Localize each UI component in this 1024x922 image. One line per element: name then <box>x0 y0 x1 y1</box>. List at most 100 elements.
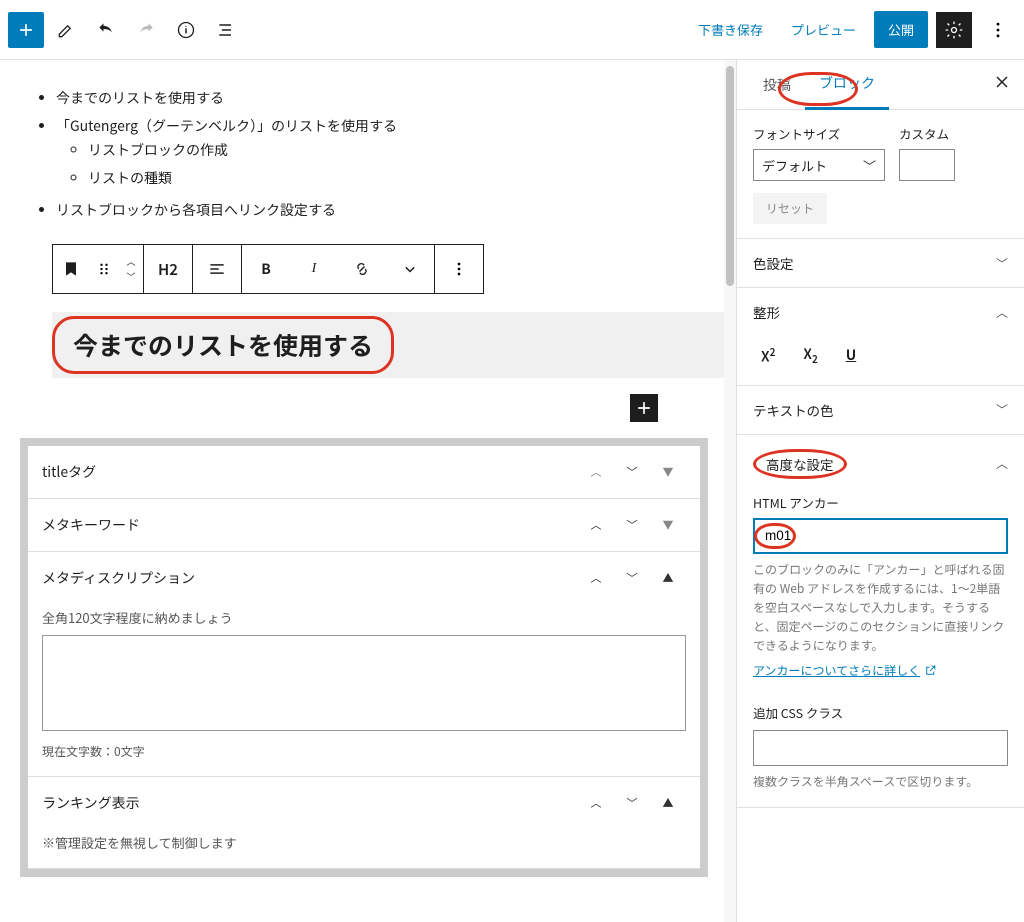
meta-panel-description: メタディスクリプション ︿ ﹀ ▲ 全角120文字程度に納めましょう 現在文字数… <box>28 552 700 777</box>
block-appender-button[interactable] <box>630 394 658 422</box>
chevron-up-icon[interactable]: ︿ <box>578 795 614 811</box>
editor-canvas[interactable]: 今までのリストを使用する 「Gutengerg（グーテンベルク）」のリストを使用… <box>0 60 736 922</box>
tab-post[interactable]: 投稿 <box>749 61 805 109</box>
subscript-button[interactable]: X2 <box>803 344 817 366</box>
field-help: 全角120文字程度に納めましょう <box>42 608 686 627</box>
chevron-down-icon: ﹀ <box>863 156 876 175</box>
italic-button[interactable]: I <box>290 245 338 293</box>
list-item[interactable]: リストの種類 <box>88 164 724 192</box>
superscript-button[interactable]: X2 <box>761 344 775 367</box>
meta-panel-keywords: メタキーワード ︿ ﹀ ▼ <box>28 499 700 552</box>
list-block[interactable]: 今までのリストを使用する 「Gutengerg（グーテンベルク）」のリストを使用… <box>32 84 724 224</box>
tab-block[interactable]: ブロック <box>805 60 889 110</box>
list-item[interactable]: リストブロックから各項目へリンク設定する <box>56 196 724 224</box>
css-class-label: 追加 CSS クラス <box>753 703 1008 722</box>
bold-button[interactable]: B <box>242 245 290 293</box>
chevron-up-icon[interactable]: ︿ <box>578 570 614 586</box>
field-help: ※管理設定を無視して制御します <box>42 833 686 852</box>
edit-mode-button[interactable] <box>48 12 84 48</box>
css-class-input[interactable] <box>753 730 1008 766</box>
anchor-learn-more-link[interactable]: アンカーについてさらに詳しく <box>753 662 937 679</box>
chevron-down-icon[interactable]: ﹀ <box>614 517 650 533</box>
save-draft-button[interactable]: 下書き保存 <box>688 12 773 47</box>
plus-icon <box>16 20 36 40</box>
more-menu-button[interactable] <box>980 12 1016 48</box>
chevron-down-icon: ﹀ <box>126 270 135 283</box>
chevron-up-icon: ︿ <box>996 455 1008 472</box>
panel-toggle[interactable]: 整形 ︿ <box>737 288 1024 336</box>
move-buttons[interactable]: ︿ ﹀ <box>119 245 143 293</box>
panel-toggle[interactable]: 色設定 ﹀ <box>737 239 1024 287</box>
panel-toggle[interactable]: テキストの色 ﹀ <box>737 386 1024 434</box>
panel-color: 色設定 ﹀ <box>737 239 1024 288</box>
panel-format: 整形 ︿ X2 X2 U <box>737 288 1024 386</box>
chevron-up-icon[interactable]: ︿ <box>578 464 614 480</box>
chevron-down-icon <box>400 259 420 279</box>
heading-text[interactable]: 今までのリストを使用する <box>73 327 373 363</box>
kebab-icon <box>988 20 1008 40</box>
redo-button[interactable] <box>128 12 164 48</box>
add-block-button[interactable] <box>8 12 44 48</box>
external-link-icon <box>924 664 937 677</box>
drag-icon <box>94 259 114 279</box>
panel-toggle[interactable]: 高度な設定 ︿ <box>737 435 1024 493</box>
meta-box-area: titleタグ ︿ ﹀ ▼ メタキーワード ︿ ﹀ ▼ メタディスクリプション … <box>20 438 708 877</box>
more-rich-button[interactable] <box>386 245 434 293</box>
kebab-icon <box>449 259 469 279</box>
block-type-button[interactable] <box>53 245 89 293</box>
drag-handle[interactable] <box>89 245 119 293</box>
font-size-label: フォントサイズ <box>753 124 885 143</box>
triangle-down-icon[interactable]: ▼ <box>650 464 686 480</box>
undo-button[interactable] <box>88 12 124 48</box>
triangle-up-icon[interactable]: ▲ <box>650 795 686 811</box>
scrollbar[interactable] <box>724 60 736 922</box>
meta-panel-title: titleタグ ︿ ﹀ ▼ <box>28 446 700 499</box>
custom-label: カスタム <box>899 124 955 143</box>
font-size-select[interactable]: デフォルト ﹀ <box>753 149 885 181</box>
chevron-up-icon: ︿ <box>126 255 135 268</box>
link-button[interactable] <box>338 245 386 293</box>
triangle-up-icon[interactable]: ▲ <box>650 570 686 586</box>
chevron-down-icon[interactable]: ﹀ <box>614 570 650 586</box>
panel-font-size: フォントサイズ デフォルト ﹀ カスタム リセット <box>737 110 1024 239</box>
top-toolbar: 下書き保存 プレビュー 公開 <box>0 0 1024 60</box>
list-item[interactable]: 今までのリストを使用する <box>56 84 724 112</box>
plus-icon <box>634 398 654 418</box>
chevron-down-icon: ﹀ <box>996 401 1008 418</box>
align-button[interactable] <box>193 245 241 293</box>
anchor-label: HTML アンカー <box>753 493 1008 512</box>
block-more-button[interactable] <box>435 245 483 293</box>
html-anchor-input[interactable] <box>753 518 1008 554</box>
gear-icon <box>944 20 964 40</box>
list-item[interactable]: リストブロックの作成 <box>88 136 724 164</box>
meta-description-input[interactable] <box>42 635 686 731</box>
custom-size-input[interactable] <box>899 149 955 181</box>
triangle-down-icon[interactable]: ▼ <box>650 517 686 533</box>
preview-button[interactable]: プレビュー <box>781 12 866 47</box>
outline-icon <box>216 20 236 40</box>
meta-panel-ranking: ランキング表示 ︿ ﹀ ▲ ※管理設定を無視して制御します <box>28 777 700 869</box>
info-icon <box>176 20 196 40</box>
info-button[interactable] <box>168 12 204 48</box>
sidebar-tabs: 投稿 ブロック <box>737 60 1024 110</box>
align-left-icon <box>207 259 227 279</box>
list-item[interactable]: 「Gutengerg（グーテンベルク）」のリストを使用する リストブロックの作成… <box>56 112 724 196</box>
close-sidebar-button[interactable] <box>992 72 1012 98</box>
chevron-down-icon[interactable]: ﹀ <box>614 795 650 811</box>
chevron-down-icon[interactable]: ﹀ <box>614 464 650 480</box>
panel-advanced: 高度な設定 ︿ HTML アンカー このブロックのみに「アンカー」と呼ばれる固有… <box>737 435 1024 808</box>
bookmark-icon <box>61 259 81 279</box>
settings-button[interactable] <box>936 12 972 48</box>
pencil-icon <box>56 20 76 40</box>
char-count: 現在文字数：0文字 <box>42 743 686 760</box>
chevron-up-icon[interactable]: ︿ <box>578 517 614 533</box>
undo-icon <box>96 20 116 40</box>
underline-button[interactable]: U <box>846 345 856 365</box>
panel-text-color: テキストの色 ﹀ <box>737 386 1024 435</box>
outline-button[interactable] <box>208 12 244 48</box>
chevron-down-icon: ﹀ <box>996 255 1008 272</box>
heading-level-button[interactable]: H2 <box>144 245 192 293</box>
publish-button[interactable]: 公開 <box>874 11 928 48</box>
heading-block[interactable]: 今までのリストを使用する <box>52 312 724 378</box>
reset-button[interactable]: リセット <box>753 193 827 224</box>
